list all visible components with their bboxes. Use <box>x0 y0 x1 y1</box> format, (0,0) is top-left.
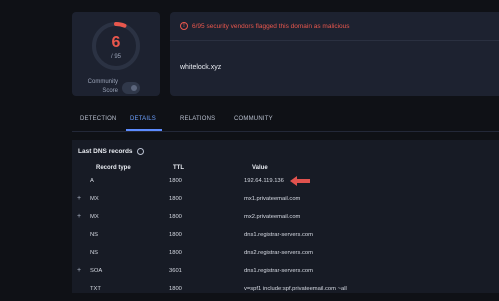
record-type: MX <box>90 196 99 202</box>
report-tabs: DETECTION DETAILS RELATIONS COMMUNITY <box>72 108 499 131</box>
detection-total: / 95 <box>110 54 121 60</box>
detection-count: 6 <box>111 34 121 51</box>
alert-text: 6/95 security vendors flagged this domai… <box>192 22 350 30</box>
record-ttl: 1800 <box>169 250 182 256</box>
record-value: 192.64.119.136 <box>244 178 284 184</box>
expand-icon[interactable]: + <box>77 195 81 202</box>
divider <box>170 40 499 41</box>
expand-icon[interactable]: + <box>77 213 81 220</box>
tab-relations[interactable]: RELATIONS <box>180 116 215 122</box>
record-ttl: 1800 <box>169 232 182 238</box>
domain-info-card: ! 6/95 security vendors flagged this dom… <box>170 12 499 96</box>
expand-icon[interactable]: + <box>77 267 81 274</box>
tab-details[interactable]: DETAILS <box>130 116 156 122</box>
record-ttl: 3601 <box>169 268 182 274</box>
dns-record-row[interactable]: + SOA 3601 dns1.registrar-servers.com <box>72 265 499 283</box>
record-type: A <box>90 178 94 184</box>
divider <box>72 131 499 132</box>
dns-section-title: Last DNS records <box>78 148 144 155</box>
dns-record-row: A 1800 192.64.119.136 <box>72 175 499 193</box>
detection-score-card: 6 / 95 Community Score <box>72 12 160 96</box>
dns-record-row: NS 1800 dns1.registrar-servers.com <box>72 229 499 247</box>
dns-record-row[interactable]: + MX 1800 mx1.privateemail.com <box>72 193 499 211</box>
record-value: dns2.registrar-servers.com <box>244 250 313 256</box>
record-value: dns1.registrar-servers.com <box>244 268 313 274</box>
record-ttl: 1800 <box>169 286 182 292</box>
warning-icon: ! <box>180 22 188 30</box>
record-value: mx1.privateemail.com <box>244 196 301 202</box>
dns-record-row[interactable]: + MX 1800 mx2.privateemail.com <box>72 211 499 229</box>
record-type: NS <box>90 250 99 256</box>
record-type: MX <box>90 214 99 220</box>
info-icon[interactable] <box>136 148 144 155</box>
annotation-arrow <box>290 176 310 186</box>
record-ttl: 1800 <box>169 196 182 202</box>
question-icon <box>131 85 137 91</box>
column-header-value: Value <box>252 165 268 171</box>
tab-community[interactable]: COMMUNITY <box>234 116 273 122</box>
record-value: mx2.privateemail.com <box>244 214 301 220</box>
record-ttl: 1800 <box>169 214 182 220</box>
dns-title-text: Last DNS records <box>78 148 133 155</box>
column-header-ttl: TTL <box>173 165 184 171</box>
record-type: NS <box>90 232 99 238</box>
dns-record-row: TXT 1800 v=spf1 include:spf.privateemail.c… <box>72 283 499 301</box>
record-type: TXT <box>90 286 101 292</box>
record-type: SOA <box>90 268 103 274</box>
record-value: v=spf1 include:spf.privateemail.com ~all <box>244 286 347 292</box>
tab-detection[interactable]: DETECTION <box>80 116 116 122</box>
record-ttl: 1800 <box>169 178 182 184</box>
record-value: dns1.registrar-servers.com <box>244 232 313 238</box>
column-header-record-type: Record type <box>96 165 131 171</box>
dns-records-panel: Last DNS records Record type TTL Value A… <box>72 140 499 293</box>
dns-record-row: NS 1800 dns2.registrar-servers.com <box>72 247 499 265</box>
community-score-label: Community Score <box>87 79 118 94</box>
malicious-alert: ! 6/95 security vendors flagged this dom… <box>180 22 350 30</box>
community-score-toggle[interactable] <box>122 82 140 94</box>
domain-name: whitelock.xyz <box>180 64 222 71</box>
